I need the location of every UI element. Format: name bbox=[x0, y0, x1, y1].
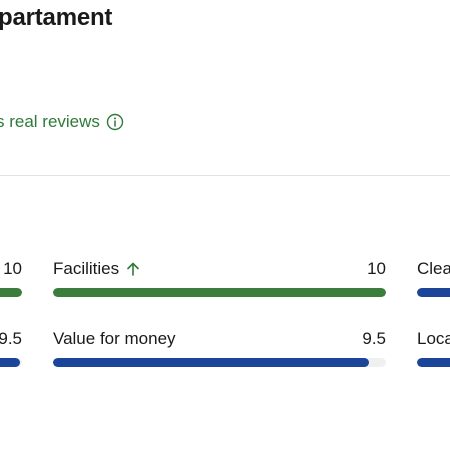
score-bar-fill bbox=[0, 288, 22, 297]
score-label: Loca bbox=[417, 329, 450, 348]
score-facilities: Facilities 10 bbox=[53, 258, 386, 297]
score-bar-fill bbox=[417, 358, 450, 367]
section-divider bbox=[0, 175, 450, 176]
score-partial-right-row2: Loca bbox=[417, 328, 450, 367]
real-reviews-link[interactable]: s real reviews bbox=[0, 112, 124, 132]
score-bar bbox=[53, 288, 386, 297]
info-icon[interactable] bbox=[106, 113, 124, 131]
score-bar bbox=[53, 358, 386, 367]
score-label: Value for money bbox=[53, 329, 176, 348]
score-label: Facilities bbox=[53, 259, 120, 278]
score-label: Clea bbox=[417, 259, 450, 278]
score-value: 10 bbox=[3, 259, 22, 278]
score-partial-left-row1: 10 bbox=[0, 258, 22, 297]
score-bar bbox=[0, 358, 22, 367]
score-value: 9.5 bbox=[0, 329, 22, 348]
score-partial-right-row1: Clea bbox=[417, 258, 450, 297]
score-bar-fill bbox=[53, 288, 386, 297]
score-bar-fill bbox=[53, 358, 370, 367]
score-value: 9.5 bbox=[362, 329, 386, 348]
score-bar bbox=[0, 288, 22, 297]
score-value-for-money: Value for money 9.5 bbox=[53, 328, 386, 367]
property-reviews-panel: partament s real reviews 10 Facilities 1… bbox=[0, 0, 450, 450]
arrow-up-icon bbox=[125, 261, 141, 277]
score-value: 10 bbox=[367, 259, 386, 278]
score-bar bbox=[417, 288, 450, 297]
score-bar bbox=[417, 358, 450, 367]
real-reviews-label: s real reviews bbox=[0, 112, 100, 131]
score-bar-fill bbox=[0, 358, 21, 367]
score-bar-fill bbox=[417, 288, 450, 297]
score-partial-left-row2: 9.5 bbox=[0, 328, 22, 367]
page-title: partament bbox=[0, 4, 113, 31]
